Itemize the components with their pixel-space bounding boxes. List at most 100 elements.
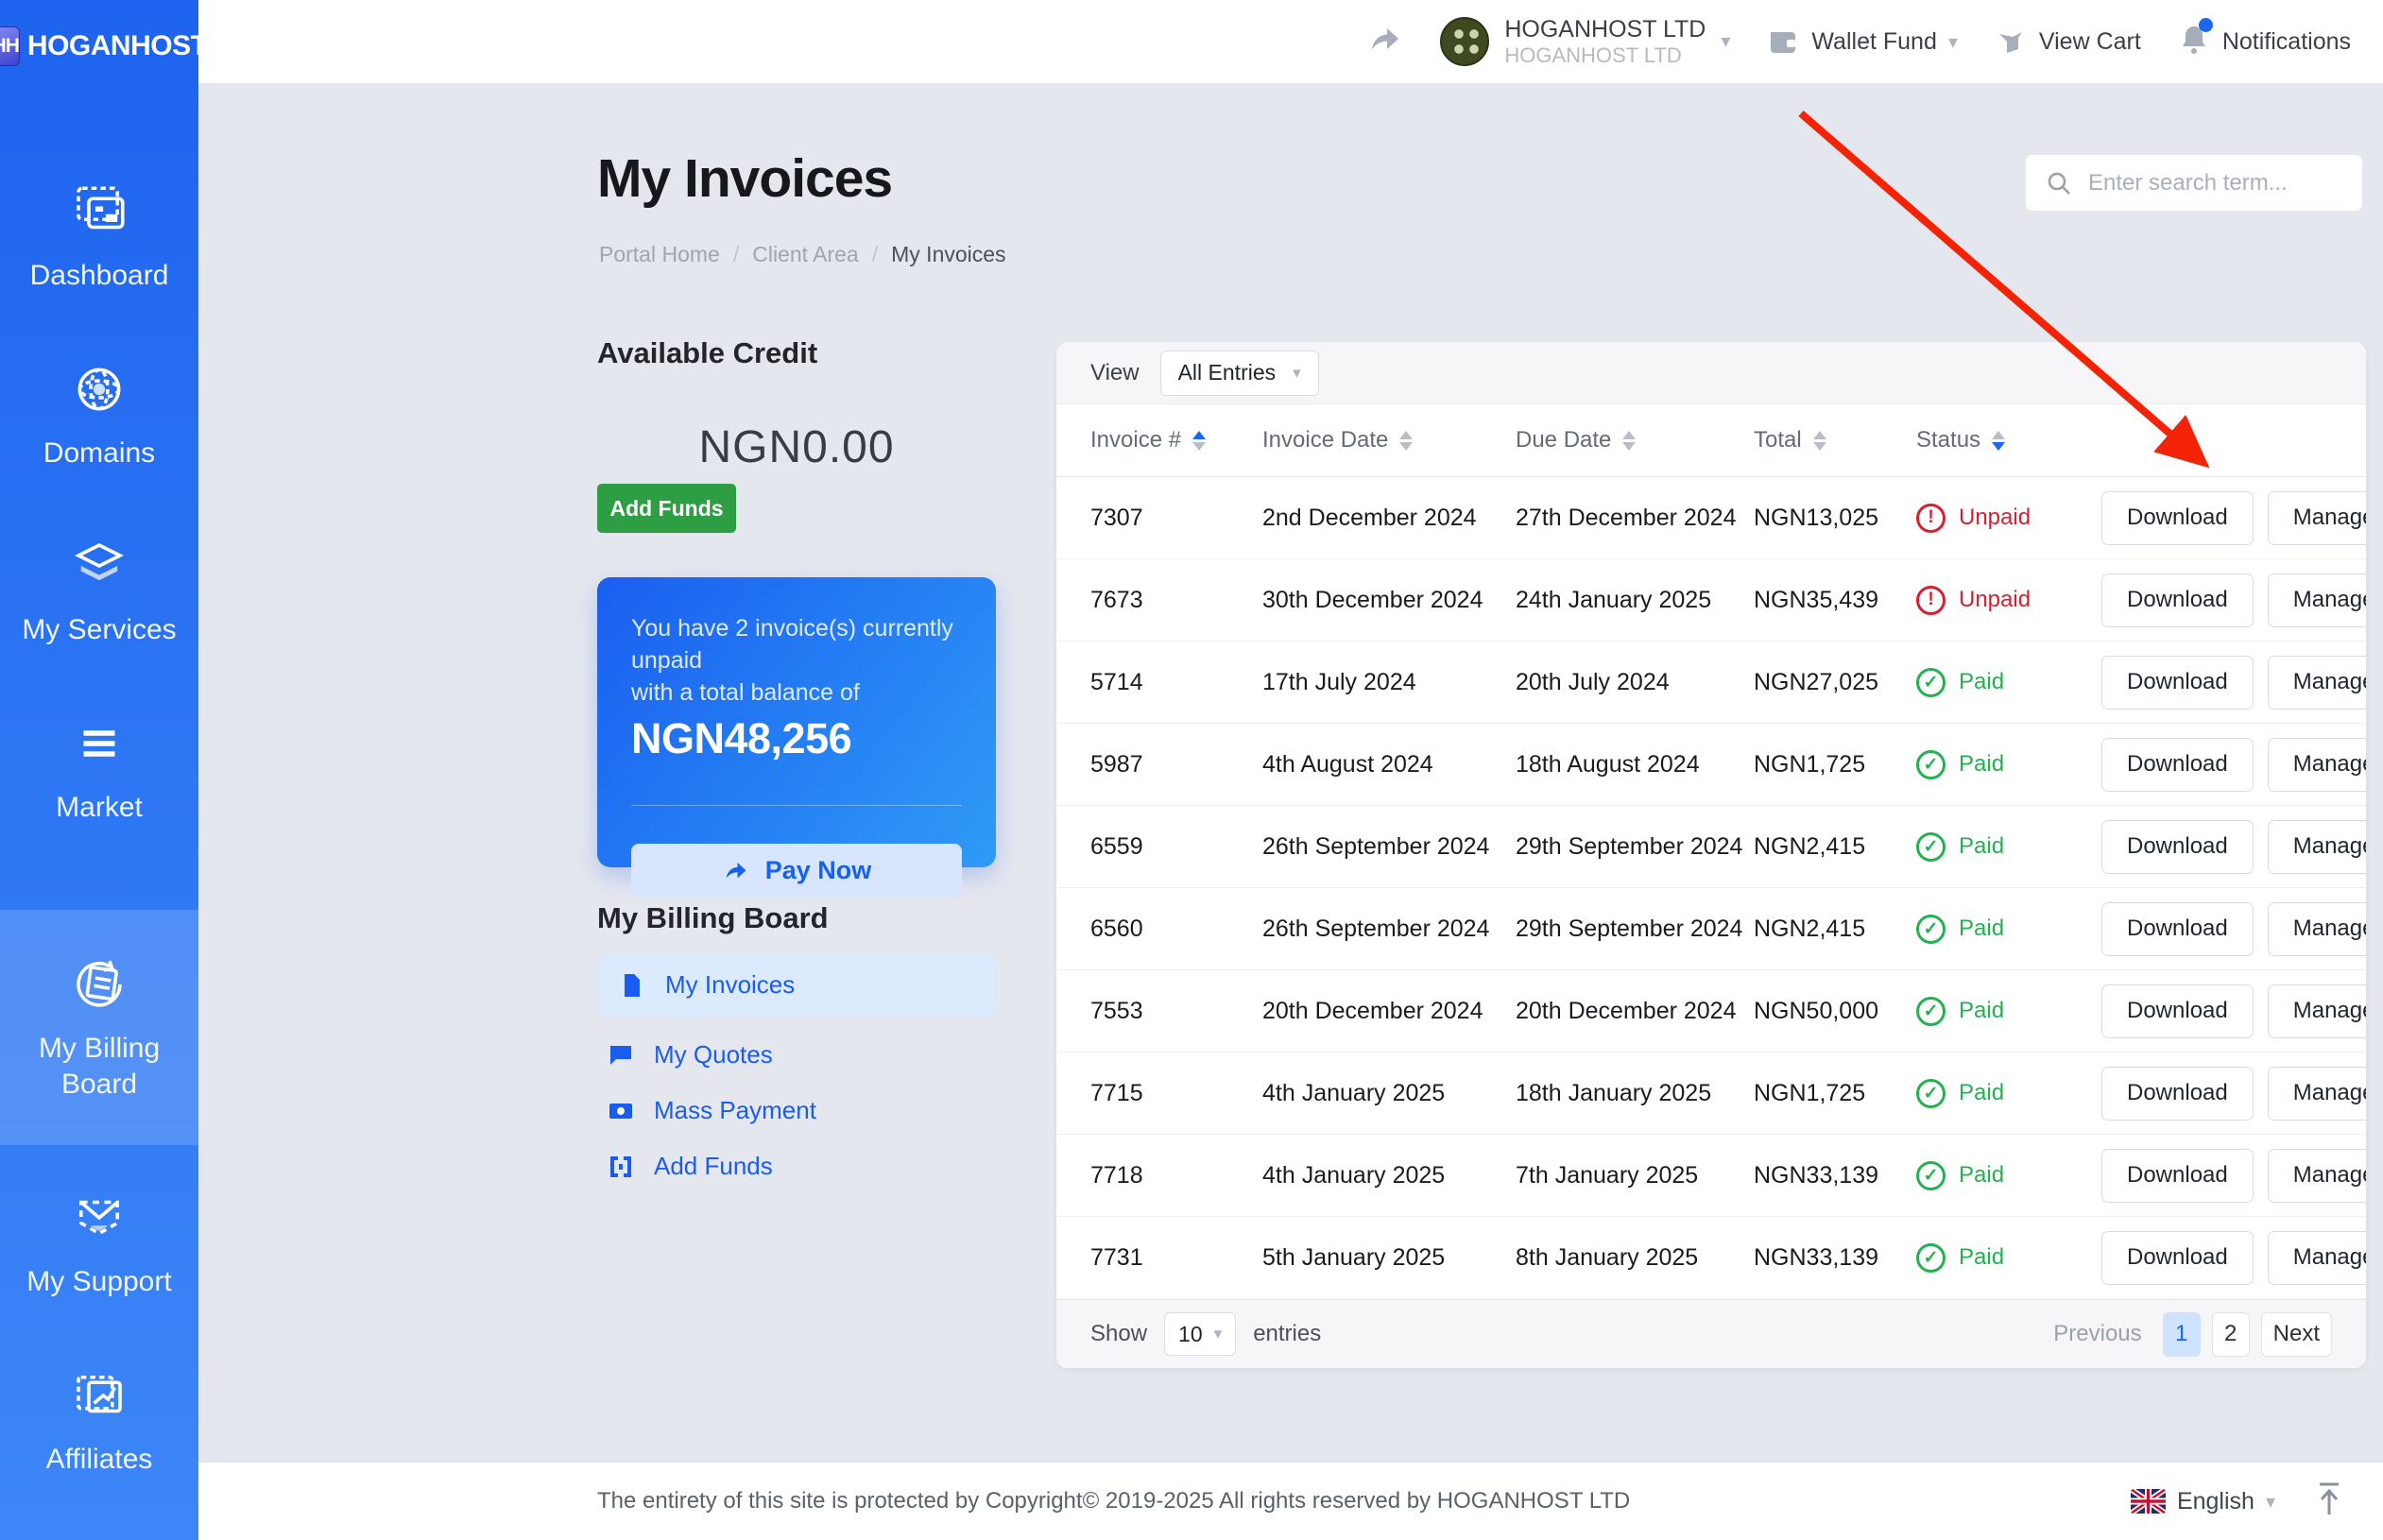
manage-button[interactable]: Manage — [2267, 1230, 2366, 1285]
column-header-invoice-date[interactable]: Invoice Date — [1262, 427, 1516, 453]
status-badge: Paid — [1916, 1078, 2101, 1108]
breadcrumb: Portal Home / Client Area / My Invoices — [599, 242, 1006, 267]
page-1-button[interactable]: 1 — [2162, 1311, 2201, 1357]
billing-link-my-quotes[interactable]: My Quotes — [597, 1027, 996, 1083]
total-cell: NGN2,415 — [1754, 915, 1866, 942]
search-input[interactable] — [2088, 169, 2334, 197]
status-icon — [1916, 914, 1946, 944]
download-button[interactable]: Download — [2101, 573, 2254, 627]
view-cart-button[interactable]: View Cart — [1994, 25, 2141, 59]
invoice-number-cell: 5714 — [1090, 668, 1143, 695]
manage-button[interactable]: Manage — [2267, 737, 2366, 792]
previous-page-button[interactable]: Previous — [2053, 1321, 2141, 1347]
file-icon — [625, 973, 640, 997]
row-actions: Download Manage — [2101, 1230, 2366, 1285]
billing-board-links: My Invoices My Quotes Mass Payment Add F… — [597, 954, 996, 1194]
invoice-date-cell: 4th January 2025 — [1262, 1079, 1446, 1106]
notifications-button[interactable]: Notifications — [2177, 17, 2351, 62]
invoice-date-cell: 17th July 2024 — [1262, 668, 1416, 695]
manage-button[interactable]: Manage — [2267, 819, 2366, 874]
sidebar-item-market[interactable]: Market — [0, 680, 198, 858]
scroll-to-top-button[interactable] — [2313, 1480, 2345, 1523]
column-header-invoice-number[interactable]: Invoice # — [1090, 427, 1262, 453]
table-row: 7731 5th January 2025 8th January 2025 N… — [1056, 1217, 2366, 1299]
column-header-status[interactable]: Status — [1916, 427, 2101, 453]
download-button[interactable]: Download — [2101, 490, 2254, 545]
sidebar-item-my-support[interactable]: My Support — [0, 1155, 198, 1332]
top-header: HOGANHOST LTD HOGANHOST LTD ▾ Wallet Fun… — [198, 0, 2383, 83]
language-select[interactable]: English ▾ — [2130, 1488, 2275, 1515]
manage-button[interactable]: Manage — [2267, 1148, 2366, 1203]
table-pagination: Show 10 ▾ entries Previous 1 2 Next — [1056, 1299, 2366, 1368]
invoice-number-cell: 7715 — [1090, 1079, 1143, 1106]
download-button[interactable]: Download — [2101, 737, 2254, 792]
page: HH HOGANHOST Dashboard Domains My Serv — [0, 0, 2383, 1540]
pay-now-button[interactable]: Pay Now — [631, 844, 962, 898]
brand-logo[interactable]: HH HOGANHOST — [0, 0, 208, 92]
table-row: 7553 20th December 2024 20th December 20… — [1056, 970, 2366, 1052]
support-icon — [68, 1187, 130, 1249]
column-header-total[interactable]: Total — [1754, 427, 1916, 453]
sort-icon — [1812, 430, 1826, 451]
chat-icon — [610, 1045, 631, 1065]
available-credit-heading: Available Credit — [597, 336, 818, 369]
manage-button[interactable]: Manage — [2267, 984, 2366, 1038]
status-icon — [1916, 1078, 1946, 1108]
download-button[interactable]: Download — [2101, 1230, 2254, 1285]
status-badge: Paid — [1916, 831, 2101, 862]
unpaid-line-2: with a total balance of — [631, 678, 860, 706]
billing-link-add-funds[interactable]: Add Funds — [597, 1138, 996, 1194]
sort-icon — [1399, 430, 1414, 451]
status-badge: Paid — [1916, 996, 2101, 1026]
column-header-due-date[interactable]: Due Date — [1516, 427, 1754, 453]
account-name: HOGANHOST LTD — [1504, 15, 1706, 43]
download-button[interactable]: Download — [2101, 819, 2254, 874]
affiliates-icon — [68, 1364, 130, 1427]
brand-logo-icon: HH — [0, 26, 20, 66]
manage-button[interactable]: Manage — [2267, 1066, 2366, 1121]
download-button[interactable]: Download — [2101, 901, 2254, 956]
download-button[interactable]: Download — [2101, 1066, 2254, 1121]
download-button[interactable]: Download — [2101, 655, 2254, 710]
page-2-button[interactable]: 2 — [2211, 1311, 2250, 1357]
table-body: 7307 2nd December 2024 27th December 202… — [1056, 477, 2366, 1299]
billing-link-my-invoices[interactable]: My Invoices — [597, 954, 996, 1016]
wallet-fund-menu[interactable]: Wallet Fund ▾ — [1766, 25, 1958, 59]
share-arrow-icon[interactable] — [1366, 21, 1404, 63]
view-label: View — [1090, 359, 1140, 385]
download-button[interactable]: Download — [2101, 1148, 2254, 1203]
view-entries-select[interactable]: All Entries ▾ — [1159, 350, 1319, 396]
manage-button[interactable]: Manage — [2267, 655, 2366, 710]
sidebar-item-dashboard[interactable]: Dashboard — [0, 148, 198, 326]
table-row: 7673 30th December 2024 24th January 202… — [1056, 559, 2366, 642]
breadcrumb-portal-home[interactable]: Portal Home — [599, 242, 720, 267]
add-funds-button[interactable]: Add Funds — [597, 484, 736, 533]
sidebar-item-affiliates[interactable]: Affiliates — [0, 1332, 198, 1510]
invoice-number-cell: 7718 — [1090, 1161, 1143, 1189]
manage-button[interactable]: Manage — [2267, 490, 2366, 545]
due-date-cell: 24th January 2025 — [1516, 586, 1712, 613]
table-row: 7307 2nd December 2024 27th December 202… — [1056, 477, 2366, 559]
manage-button[interactable]: Manage — [2267, 573, 2366, 627]
sidebar-item-domains[interactable]: Domains — [0, 326, 198, 504]
page-size-select[interactable]: 10 ▾ — [1164, 1312, 1237, 1356]
total-cell: NGN13,025 — [1754, 504, 1879, 531]
status-badge: Paid — [1916, 1242, 2101, 1273]
table-row: 7715 4th January 2025 18th January 2025 … — [1056, 1052, 2366, 1135]
invoice-number-cell: 7731 — [1090, 1243, 1143, 1271]
status-badge: Unpaid — [1916, 585, 2101, 615]
table-row: 7718 4th January 2025 7th January 2025 N… — [1056, 1135, 2366, 1217]
sort-icon — [1992, 430, 2006, 451]
row-actions: Download Manage — [2101, 984, 2366, 1038]
breadcrumb-client-area[interactable]: Client Area — [752, 242, 859, 267]
invoice-date-cell: 4th January 2025 — [1262, 1161, 1446, 1189]
manage-button[interactable]: Manage — [2267, 901, 2366, 956]
due-date-cell: 7th January 2025 — [1516, 1161, 1699, 1189]
table-toolbar: View All Entries ▾ — [1056, 342, 2366, 404]
account-menu[interactable]: HOGANHOST LTD HOGANHOST LTD ▾ — [1440, 16, 1730, 67]
sidebar-item-my-services[interactable]: My Services — [0, 503, 198, 680]
sidebar-item-my-billing-board[interactable]: My Billing Board — [0, 910, 198, 1145]
download-button[interactable]: Download — [2101, 984, 2254, 1038]
next-page-button[interactable]: Next — [2260, 1311, 2332, 1357]
billing-link-mass-payment[interactable]: Mass Payment — [597, 1083, 996, 1138]
